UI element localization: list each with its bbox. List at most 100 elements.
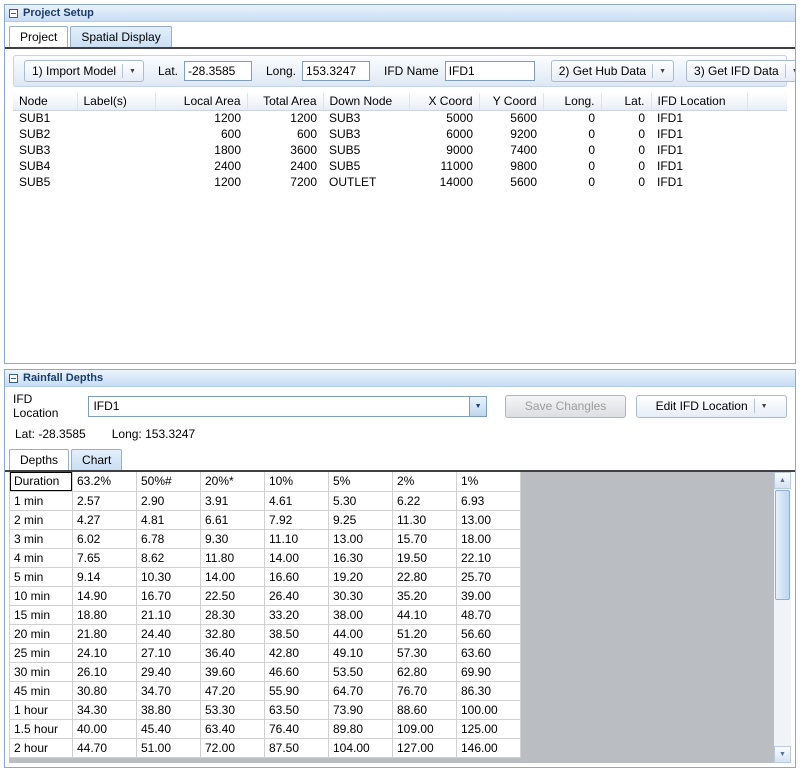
- depths-cell[interactable]: 22.10: [457, 548, 521, 567]
- depths-cell[interactable]: 86.30: [457, 681, 521, 700]
- depths-cell[interactable]: 6.22: [393, 491, 457, 510]
- depths-cell[interactable]: 7.92: [265, 510, 329, 529]
- depths-cell[interactable]: 50%#: [137, 472, 201, 491]
- depths-cell[interactable]: 76.70: [393, 681, 457, 700]
- depths-cell[interactable]: 45 min: [10, 681, 73, 700]
- depths-cell[interactable]: 21.10: [137, 605, 201, 624]
- depths-cell[interactable]: 1.5 hour: [10, 719, 73, 738]
- column-header[interactable]: Local Area: [155, 93, 247, 110]
- tab-depths[interactable]: Depths: [9, 449, 69, 470]
- depths-cell[interactable]: 19.50: [393, 548, 457, 567]
- depths-cell[interactable]: 55.90: [265, 681, 329, 700]
- depths-cell[interactable]: 4.27: [73, 510, 137, 529]
- depths-cell[interactable]: 146.00: [457, 738, 521, 757]
- depths-cell[interactable]: 88.60: [393, 700, 457, 719]
- depths-row[interactable]: 45 min30.8034.7047.2055.9064.7076.7086.3…: [10, 681, 521, 700]
- get-hub-data-button[interactable]: 2) Get Hub Data ▼: [551, 60, 674, 82]
- scroll-up-icon[interactable]: ▲: [774, 472, 791, 489]
- depths-cell[interactable]: 53.30: [201, 700, 265, 719]
- depths-cell[interactable]: 2 hour: [10, 738, 73, 757]
- depths-cell[interactable]: 4.61: [265, 491, 329, 510]
- tab-chart[interactable]: Chart: [71, 449, 122, 470]
- edit-ifd-location-button[interactable]: Edit IFD Location ▼: [636, 395, 787, 418]
- depths-cell[interactable]: 32.80: [201, 624, 265, 643]
- node-row[interactable]: SUB424002400SUB511000980000IFD1: [13, 158, 787, 174]
- depths-cell[interactable]: 6.61: [201, 510, 265, 529]
- depths-cell[interactable]: 42.80: [265, 643, 329, 662]
- depths-cell[interactable]: 1%: [457, 472, 521, 491]
- depths-cell[interactable]: 109.00: [393, 719, 457, 738]
- depths-cell[interactable]: 53.50: [329, 662, 393, 681]
- save-changes-button[interactable]: Save Changles: [505, 395, 626, 418]
- depths-cell[interactable]: 9.30: [201, 529, 265, 548]
- depths-cell[interactable]: 44.00: [329, 624, 393, 643]
- depths-cell[interactable]: 38.80: [137, 700, 201, 719]
- depths-row[interactable]: 3 min6.026.789.3011.1013.0015.7018.00: [10, 529, 521, 548]
- depths-cell[interactable]: 33.20: [265, 605, 329, 624]
- node-row[interactable]: SUB112001200SUB35000560000IFD1: [13, 110, 787, 126]
- depths-cell[interactable]: 30.30: [329, 586, 393, 605]
- depths-cell[interactable]: 27.10: [137, 643, 201, 662]
- depths-row[interactable]: 20 min21.8024.4032.8038.5044.0051.2056.6…: [10, 624, 521, 643]
- depths-cell[interactable]: 21.80: [73, 624, 137, 643]
- depths-cell[interactable]: 13.00: [329, 529, 393, 548]
- depths-cell[interactable]: 64.70: [329, 681, 393, 700]
- depths-cell[interactable]: 63.60: [457, 643, 521, 662]
- depths-cell[interactable]: 18.80: [73, 605, 137, 624]
- depths-cell[interactable]: 2 min: [10, 510, 73, 529]
- node-row[interactable]: SUB2600600SUB36000920000IFD1: [13, 126, 787, 142]
- depths-cell[interactable]: 35.20: [393, 586, 457, 605]
- depths-cell[interactable]: 62.80: [393, 662, 457, 681]
- depths-cell[interactable]: 26.40: [265, 586, 329, 605]
- depths-cell[interactable]: 47.20: [201, 681, 265, 700]
- long-input[interactable]: [302, 61, 370, 81]
- depths-cell[interactable]: 25.70: [457, 567, 521, 586]
- depths-cell[interactable]: 39.60: [201, 662, 265, 681]
- depths-cell[interactable]: 30 min: [10, 662, 73, 681]
- depths-cell[interactable]: 22.50: [201, 586, 265, 605]
- depths-cell[interactable]: 15 min: [10, 605, 73, 624]
- scrollbar-thumb[interactable]: [775, 490, 790, 600]
- depths-cell[interactable]: 25 min: [10, 643, 73, 662]
- depths-cell[interactable]: 48.70: [457, 605, 521, 624]
- depths-cell[interactable]: 127.00: [393, 738, 457, 757]
- depths-cell[interactable]: 16.60: [265, 567, 329, 586]
- depths-cell[interactable]: 4.81: [137, 510, 201, 529]
- depths-cell[interactable]: 36.40: [201, 643, 265, 662]
- depths-cell[interactable]: 38.00: [329, 605, 393, 624]
- depths-header-row[interactable]: Duration63.2%50%#20%*10%5%2%1%: [10, 472, 521, 491]
- column-header[interactable]: Total Area: [247, 93, 323, 110]
- column-header[interactable]: Long.: [543, 93, 601, 110]
- tab-spatial-display[interactable]: Spatial Display: [70, 26, 171, 47]
- depths-cell[interactable]: 2.57: [73, 491, 137, 510]
- depths-cell[interactable]: 49.10: [329, 643, 393, 662]
- depths-cell[interactable]: 2.90: [137, 491, 201, 510]
- depths-cell[interactable]: 10.30: [137, 567, 201, 586]
- depths-cell[interactable]: 51.00: [137, 738, 201, 757]
- depths-cell[interactable]: 45.40: [137, 719, 201, 738]
- lat-input[interactable]: [184, 61, 252, 81]
- rainfall-depths-panel-header[interactable]: Rainfall Depths: [5, 370, 795, 387]
- depths-cell[interactable]: 104.00: [329, 738, 393, 757]
- depths-cell[interactable]: 3 min: [10, 529, 73, 548]
- depths-cell[interactable]: 14.90: [73, 586, 137, 605]
- column-header[interactable]: Y Coord: [479, 93, 543, 110]
- depths-cell[interactable]: 34.70: [137, 681, 201, 700]
- depths-cell[interactable]: 44.10: [393, 605, 457, 624]
- depths-row[interactable]: 2 min4.274.816.617.929.2511.3013.00: [10, 510, 521, 529]
- depths-cell[interactable]: 87.50: [265, 738, 329, 757]
- depths-cell[interactable]: 51.20: [393, 624, 457, 643]
- depths-row[interactable]: 4 min7.658.6211.8014.0016.3019.5022.10: [10, 548, 521, 567]
- depths-cell[interactable]: 15.70: [393, 529, 457, 548]
- depths-cell[interactable]: 5%: [329, 472, 393, 491]
- column-header[interactable]: Lat.: [601, 93, 651, 110]
- depths-cell[interactable]: 40.00: [73, 719, 137, 738]
- depths-cell[interactable]: 20 min: [10, 624, 73, 643]
- depths-cell[interactable]: 11.30: [393, 510, 457, 529]
- depths-cell[interactable]: 16.30: [329, 548, 393, 567]
- depths-cell[interactable]: 10%: [265, 472, 329, 491]
- depths-cell[interactable]: 39.00: [457, 586, 521, 605]
- depths-cell[interactable]: 2%: [393, 472, 457, 491]
- project-setup-panel-header[interactable]: Project Setup: [5, 5, 795, 22]
- depths-cell[interactable]: Duration: [10, 472, 73, 491]
